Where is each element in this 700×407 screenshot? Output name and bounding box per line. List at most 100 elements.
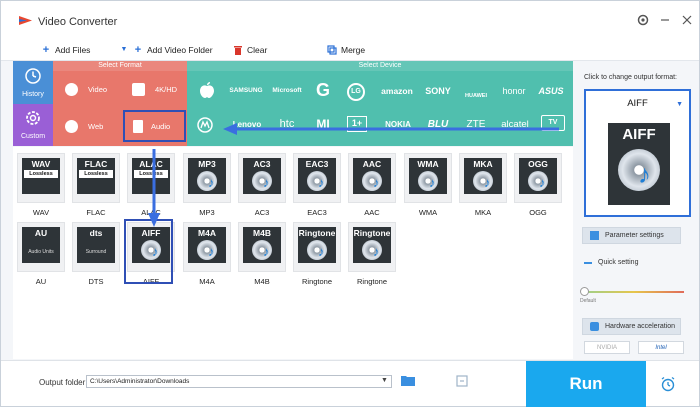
format-label: MP3 [199,208,215,217]
format-label: M4B [254,277,270,286]
format-badge-text: FLAC [84,159,108,169]
format-tile-mp3[interactable]: MP3 ♪ [183,153,231,203]
add-files-button[interactable]: + Add Files [41,43,91,57]
format-tile-dts[interactable]: dts Surround [72,222,120,272]
close-icon[interactable] [680,13,694,27]
format-badge: dts Surround [77,227,115,263]
chrome-icon [65,119,78,133]
intel-label: Intel [655,344,667,351]
nvidia-toggle[interactable]: NVIDIA [584,341,630,354]
format-sub-label: Surround [85,249,107,255]
format-tile-ringtone[interactable]: Ringtone ♪ [293,222,341,272]
format-label: Ringtone [301,277,333,286]
parameter-settings-button[interactable]: Parameter settings [582,227,681,244]
4k-hd-label: 4K/HD [155,84,178,94]
hardware-acceleration-label: Hardware acceleration [605,323,676,330]
format-tile-aac[interactable]: AAC ♪ [348,153,396,203]
apple-device[interactable] [195,81,219,104]
format-tile-eac3[interactable]: EAC3 ♪ [293,153,341,203]
format-label: WMA [418,208,438,217]
format-label: Ringtone [356,277,388,286]
add-video-folder-button[interactable]: ▼ + Add Video Folder [119,43,213,57]
folder-icon[interactable] [401,375,415,386]
clear-label: Clear [247,45,268,55]
format-badge-text: Ringtone [298,228,336,238]
music-note-icon: ♪ [263,244,270,259]
format-tile-m4b[interactable]: M4B ♪ [238,222,286,272]
format-badge-text: OGG [528,159,548,169]
format-badge: M4B ♪ [243,227,281,263]
honor-device[interactable]: honor [495,86,533,96]
format-tile-wma[interactable]: WMA ♪ [404,153,452,203]
audio-format-button[interactable]: Audio [123,110,186,142]
music-note-icon: ♪ [373,244,380,259]
music-note-icon: ♪ [484,175,491,190]
quick-setting-label: Quick setting [598,259,639,266]
open-folder-icon[interactable] [456,375,468,387]
quality-slider-track[interactable] [584,291,684,293]
format-badge-text: M4B [253,228,271,238]
dropdown-arrow-icon: ▼ [120,46,128,53]
apple-icon [200,82,214,98]
format-tile-wav[interactable]: WAV Lossless [17,153,65,203]
output-format-selector[interactable]: AIFF ▼ AIFF ♪ [584,89,691,217]
format-tile-flac[interactable]: FLAC Lossless [72,153,120,203]
format-badge: AAC ♪ [353,158,391,194]
format-tile-m4a[interactable]: M4A ♪ [183,222,231,272]
custom-button[interactable]: Custom [13,104,53,146]
plus-icon: + [134,44,142,56]
sony-device[interactable]: SONY [420,86,456,96]
4k-icon [132,82,145,96]
format-badge-text: AU [34,228,48,238]
huawei-device[interactable]: HUAWEI [457,81,495,99]
play-icon [65,82,78,96]
output-folder-dropdown-icon[interactable]: ▼ [381,377,388,384]
music-note-icon: ♪ [263,175,270,190]
format-tile-au[interactable]: AU Audio Units [17,222,65,272]
amazon-device[interactable]: amazon [377,86,417,96]
format-tile-ac3[interactable]: AC3 ♪ [238,153,286,203]
music-note-icon: ♪ [318,244,325,259]
selected-format-badge: AIFF ♪ [608,123,670,205]
history-button[interactable]: History [13,61,53,104]
format-tile-mka[interactable]: MKA ♪ [459,153,507,203]
minimize-icon[interactable] [658,13,672,27]
format-badge-text: M4A [198,228,216,238]
intel-toggle[interactable]: Intel [638,341,684,354]
4k-hd-format-button[interactable]: 4K/HD [120,75,187,103]
microsoft-device[interactable]: Microsoft [267,87,307,94]
clear-button[interactable]: Clear [233,43,267,57]
format-badge-text: WAV [31,159,51,169]
alarm-clock-icon[interactable] [660,376,676,392]
select-format-title: Select Format [53,61,187,71]
asus-device[interactable]: ASUS [533,86,569,96]
format-badge-text: MKA [473,159,493,169]
samsung-device[interactable]: SAMSUNG [225,87,267,94]
format-tile-ringtone[interactable]: Ringtone ♪ [348,222,396,272]
hardware-acceleration-button[interactable]: Hardware acceleration [582,318,681,335]
format-label: OGG [529,208,547,217]
add-video-folder-label: Add Video Folder [147,45,213,55]
app-window: Video Converter + Add Files ▼ + Add Vide… [0,0,700,407]
history-clock-icon [25,68,41,84]
video-format-button[interactable]: Video [53,75,120,103]
format-badge: MP3 ♪ [188,158,226,194]
gear-icon[interactable] [636,13,650,27]
pointer-arrow-vertical [148,149,160,227]
merge-button[interactable]: Merge [327,43,365,57]
custom-gear-icon [26,111,40,125]
selected-format-badge-text: AIFF [622,126,656,143]
format-badge-text: WMA [417,159,439,169]
output-folder-input[interactable] [86,375,392,388]
web-format-button[interactable]: Web [53,112,120,140]
format-label: DTS [88,277,104,286]
lossless-tag: Lossless [79,170,113,178]
speaker-icon [133,119,143,133]
quality-slider-knob[interactable] [580,287,589,296]
lg-device[interactable]: LG [347,83,365,101]
google-device[interactable]: G [311,80,335,101]
format-tile-ogg[interactable]: OGG ♪ [514,153,562,203]
run-button[interactable]: Run [526,361,646,407]
format-badge: AU Audio Units [22,227,60,263]
select-device-title: Select Device [187,61,573,71]
